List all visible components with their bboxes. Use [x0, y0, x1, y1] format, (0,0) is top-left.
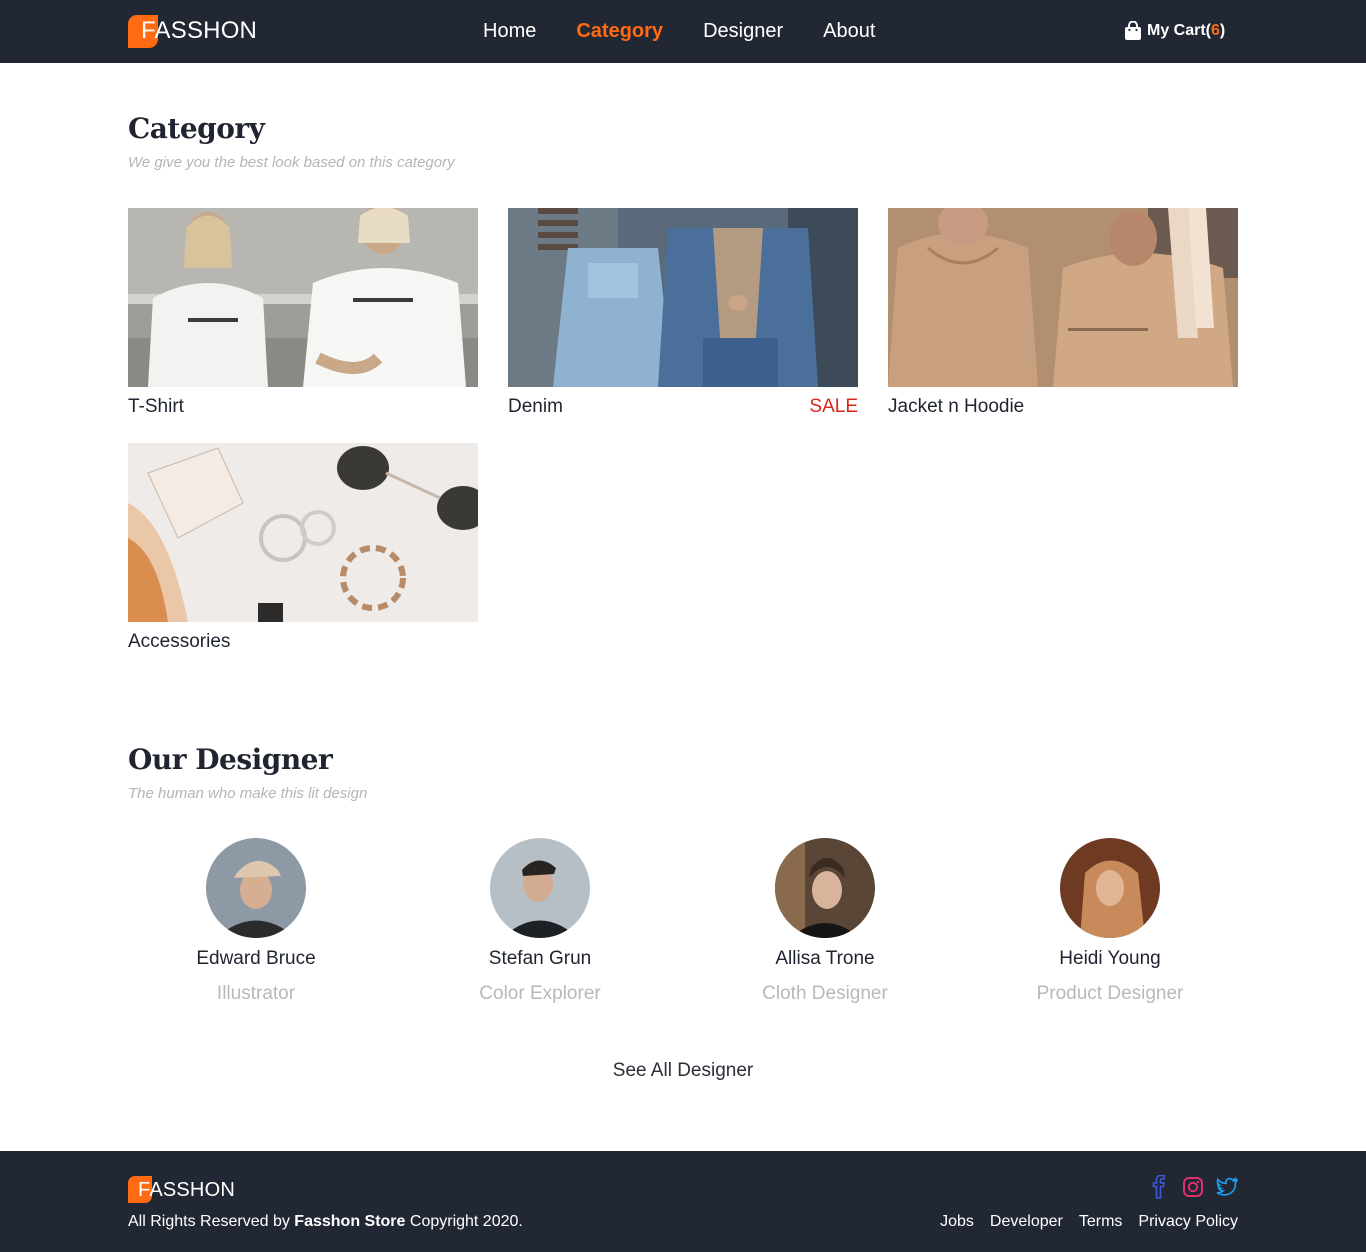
footer-nav: Jobs Developer Terms Privacy Policy: [924, 1213, 1238, 1231]
designer-card-stefan[interactable]: Stefan Grun Color Explorer: [415, 838, 665, 1005]
cart-label: My Cart(: [1147, 22, 1212, 39]
avatar: [1060, 838, 1160, 938]
designer-name: Edward Bruce: [196, 948, 316, 969]
copyright-text: All Rights Reserved by Fasshon Store Cop…: [128, 1213, 523, 1231]
see-all-designer-link[interactable]: See All Designer: [583, 1060, 783, 1082]
footer-brand-name: FASSHON: [138, 1179, 235, 1201]
sale-badge: SALE: [809, 396, 858, 417]
category-card-accessories[interactable]: Accessories: [128, 443, 478, 658]
designer-title: Our Designer: [128, 743, 333, 776]
designer-name: Stefan Grun: [488, 948, 592, 969]
footer-link-jobs[interactable]: Jobs: [940, 1213, 974, 1231]
shopping-bag-icon: [1125, 21, 1141, 40]
avatar: [206, 838, 306, 938]
designer-card-edward[interactable]: Edward Bruce Illustrator: [131, 838, 381, 1005]
designer-role: Product Designer: [1036, 983, 1184, 1004]
category-card-tshirt[interactable]: T-Shirt: [128, 208, 478, 423]
nav-link-designer[interactable]: Designer: [703, 20, 783, 43]
footer-logo[interactable]: FASSHON: [128, 1176, 235, 1204]
footer-link-developer[interactable]: Developer: [990, 1213, 1063, 1231]
cart-button[interactable]: My Cart(6): [1124, 20, 1225, 42]
category-image-accessories: [128, 443, 478, 622]
designer-subtitle: The human who make this lit design: [128, 785, 368, 802]
designer-name: Allisa Trone: [775, 948, 875, 969]
cart-count: 6: [1211, 22, 1220, 39]
category-label: Denim: [508, 396, 563, 417]
instagram-icon[interactable]: [1182, 1175, 1204, 1199]
footer: FASSHON All Rights Reserved by Fasshon S…: [0, 1151, 1366, 1252]
category-label: Accessories: [128, 631, 231, 652]
category-card-denim[interactable]: Denim SALE: [508, 208, 858, 423]
footer-link-terms[interactable]: Terms: [1079, 1213, 1123, 1231]
designer-role: Color Explorer: [479, 983, 601, 1004]
copyright-store: Fasshon Store: [294, 1213, 406, 1230]
brand-name: FASSHON: [141, 17, 258, 44]
designer-role: Illustrator: [216, 983, 296, 1004]
category-card-jacket-hoodie[interactable]: Jacket n Hoodie: [888, 208, 1238, 423]
category-title: Category: [128, 112, 265, 145]
cart-label-suffix: ): [1219, 22, 1226, 39]
top-navbar: FASSHON Home Category Designer About My …: [0, 0, 1366, 63]
twitter-icon[interactable]: [1216, 1175, 1239, 1199]
category-image-jacket-hoodie: [888, 208, 1238, 387]
facebook-icon[interactable]: [1148, 1174, 1170, 1199]
nav-link-about[interactable]: About: [823, 20, 875, 43]
footer-link-privacy-policy[interactable]: Privacy Policy: [1138, 1213, 1238, 1231]
brand-logo[interactable]: FASSHON: [128, 14, 257, 48]
designer-name: Heidi Young: [1059, 948, 1161, 969]
category-image-denim: [508, 208, 858, 387]
category-image-tshirt: [128, 208, 478, 387]
designer-role: Cloth Designer: [762, 983, 888, 1004]
category-label: Jacket n Hoodie: [888, 396, 1025, 417]
category-label: T-Shirt: [128, 396, 184, 417]
main-nav: Home Category Designer About: [483, 0, 915, 63]
avatar: [775, 838, 875, 938]
social-links: [1148, 1174, 1250, 1199]
copyright-suffix: Copyright 2020.: [405, 1213, 523, 1230]
nav-link-category[interactable]: Category: [576, 20, 663, 43]
designer-card-allisa[interactable]: Allisa Trone Cloth Designer: [700, 838, 950, 1005]
designer-card-heidi[interactable]: Heidi Young Product Designer: [985, 838, 1235, 1005]
nav-link-home[interactable]: Home: [483, 20, 536, 43]
category-subtitle: We give you the best look based on this …: [128, 154, 455, 171]
copyright-prefix: All Rights Reserved by: [128, 1213, 295, 1230]
avatar: [490, 838, 590, 938]
